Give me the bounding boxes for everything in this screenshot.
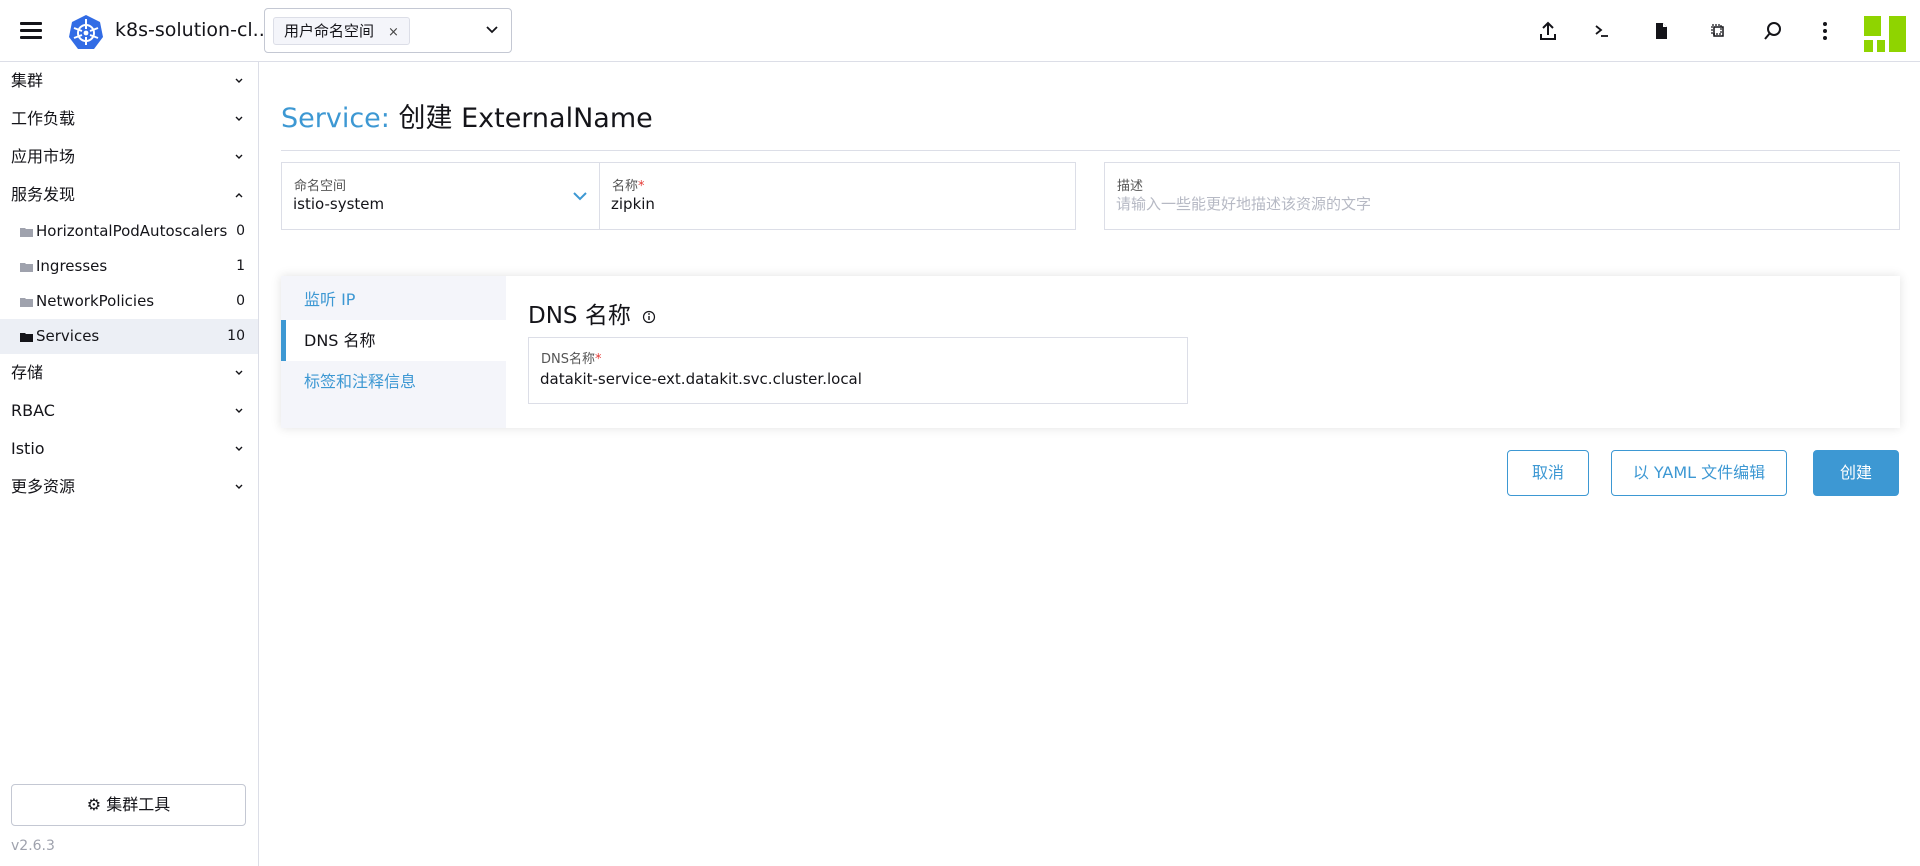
- nav-group-cluster[interactable]: 集群: [0, 62, 258, 100]
- kubernetes-logo[interactable]: [68, 14, 104, 50]
- sidebar-item-label: Services: [36, 327, 100, 345]
- nav-group-more-resources[interactable]: 更多资源: [0, 468, 258, 506]
- chevron-down-icon[interactable]: [483, 21, 501, 39]
- page-title-action: 创建 ExternalName: [398, 103, 653, 134]
- sidebar-item-services[interactable]: Services 10: [0, 319, 258, 354]
- panel-title: DNS 名称: [528, 296, 656, 330]
- page-title-resource[interactable]: Service:: [281, 103, 390, 134]
- folder-icon: [20, 298, 33, 307]
- chevron-down-icon: [235, 446, 243, 451]
- folder-icon: [20, 263, 33, 272]
- cluster-name[interactable]: k8s-solution-cl...: [115, 19, 271, 41]
- tab-dns-name[interactable]: DNS 名称: [281, 320, 506, 361]
- page-title: Service: 创建 ExternalName: [281, 96, 653, 135]
- cancel-button[interactable]: 取消: [1507, 450, 1589, 496]
- chevron-down-icon: [235, 370, 243, 375]
- nav-group-rbac[interactable]: RBAC: [0, 392, 258, 430]
- sidebar-item-label: Ingresses: [36, 257, 108, 275]
- nav-group-storage[interactable]: 存储: [0, 354, 258, 392]
- description-field[interactable]: 描述: [1104, 162, 1900, 230]
- namespace-label: 命名空间: [294, 179, 347, 194]
- sidebar-item-ingresses[interactable]: Ingresses 1: [0, 249, 258, 284]
- tab-listen-ip[interactable]: 监听 IP: [281, 279, 506, 320]
- nav-group-label: 更多资源: [11, 477, 76, 496]
- namespace-chip-label: 用户命名空间: [284, 22, 375, 40]
- nav-group-label: Istio: [11, 439, 45, 458]
- nav-group-workloads[interactable]: 工作负载: [0, 100, 258, 138]
- name-input[interactable]: [611, 195, 1039, 213]
- info-icon[interactable]: [642, 310, 656, 324]
- item-count: 0: [236, 293, 245, 309]
- nav-group-label: 工作负载: [11, 109, 76, 128]
- name-label: 名称*: [612, 175, 645, 194]
- terminal-icon[interactable]: [1590, 19, 1614, 43]
- namespace-value[interactable]: [293, 195, 579, 213]
- folder-icon: [20, 228, 33, 237]
- chevron-down-icon: [235, 116, 243, 121]
- required-mark: *: [595, 352, 602, 367]
- dns-name-field[interactable]: DNS名称*: [528, 337, 1188, 404]
- dns-name-input[interactable]: [540, 370, 1170, 388]
- tab-list: 监听 IP DNS 名称 标签和注释信息: [281, 276, 506, 428]
- nav-group-label: 应用市场: [11, 147, 76, 166]
- menu-icon[interactable]: [18, 18, 44, 44]
- app-version: v2.6.3: [11, 838, 55, 854]
- upload-icon[interactable]: [1536, 19, 1560, 43]
- nav-group-label: 服务发现: [11, 185, 76, 204]
- item-count: 0: [236, 223, 245, 239]
- more-vertical-icon[interactable]: [1813, 19, 1837, 43]
- dns-name-label-text: DNS名称: [541, 352, 595, 367]
- chevron-down-icon: [235, 78, 243, 83]
- user-avatar[interactable]: [1864, 16, 1906, 52]
- description-label: 描述: [1117, 179, 1144, 194]
- folder-open-icon: [20, 333, 33, 342]
- search-icon[interactable]: [1761, 19, 1785, 43]
- chip-remove-icon[interactable]: ×: [388, 25, 399, 40]
- nav-group-label: 集群: [11, 71, 44, 90]
- title-divider: [281, 150, 1900, 151]
- description-input[interactable]: [1116, 195, 1831, 213]
- copy-config-icon[interactable]: [1706, 19, 1730, 43]
- panel-title-text: DNS 名称: [528, 303, 631, 329]
- chevron-up-icon: [235, 193, 243, 198]
- gear-icon: ⚙: [86, 795, 102, 814]
- sidebar-item-hpa[interactable]: HorizontalPodAutoscalers 0: [0, 214, 258, 249]
- top-header: k8s-solution-cl... 用户命名空间 ×: [0, 0, 1920, 62]
- namespace-select[interactable]: 命名空间: [281, 162, 600, 230]
- main-content: Service: 创建 ExternalName 命名空间 名称* 描述 监听 …: [260, 62, 1920, 866]
- nav-group-istio[interactable]: Istio: [0, 430, 258, 468]
- name-label-text: 名称: [612, 179, 639, 194]
- chevron-down-icon: [235, 408, 243, 413]
- tab-labels-annotations[interactable]: 标签和注释信息: [281, 361, 506, 402]
- tabs-card: 监听 IP DNS 名称 标签和注释信息 DNS 名称 DNS名称*: [281, 276, 1900, 428]
- sidebar-item-networkpolicies[interactable]: NetworkPolicies 0: [0, 284, 258, 319]
- sidebar-item-label: HorizontalPodAutoscalers: [36, 222, 228, 240]
- cluster-tools-button[interactable]: ⚙ 集群工具: [11, 784, 246, 826]
- chevron-down-icon: [235, 484, 243, 489]
- dns-name-label: DNS名称*: [541, 348, 602, 367]
- nav-group-label: 存储: [11, 363, 44, 382]
- item-count: 10: [227, 328, 245, 344]
- required-mark: *: [638, 179, 645, 194]
- sidebar-item-label: NetworkPolicies: [36, 292, 155, 310]
- cluster-tools-label: 集群工具: [106, 795, 171, 814]
- item-count: 1: [236, 258, 245, 274]
- chevron-down-icon: [235, 154, 243, 159]
- dns-tab-panel: DNS 名称 DNS名称*: [506, 276, 1900, 428]
- nav-group-service-discovery[interactable]: 服务发现: [0, 176, 258, 214]
- chevron-down-icon[interactable]: [571, 187, 589, 205]
- create-button[interactable]: 创建: [1813, 450, 1899, 496]
- namespace-filter-select[interactable]: 用户命名空间 ×: [264, 8, 512, 53]
- nav-group-label: RBAC: [11, 401, 55, 420]
- name-field[interactable]: 名称*: [599, 162, 1076, 230]
- side-navigation: 集群 工作负载 应用市场 服务发现 HorizontalPodAutoscale…: [0, 62, 259, 866]
- file-icon[interactable]: [1649, 19, 1673, 43]
- namespace-chip: 用户命名空间 ×: [273, 17, 410, 45]
- nav-group-apps[interactable]: 应用市场: [0, 138, 258, 176]
- edit-as-yaml-button[interactable]: 以 YAML 文件编辑: [1611, 450, 1787, 496]
